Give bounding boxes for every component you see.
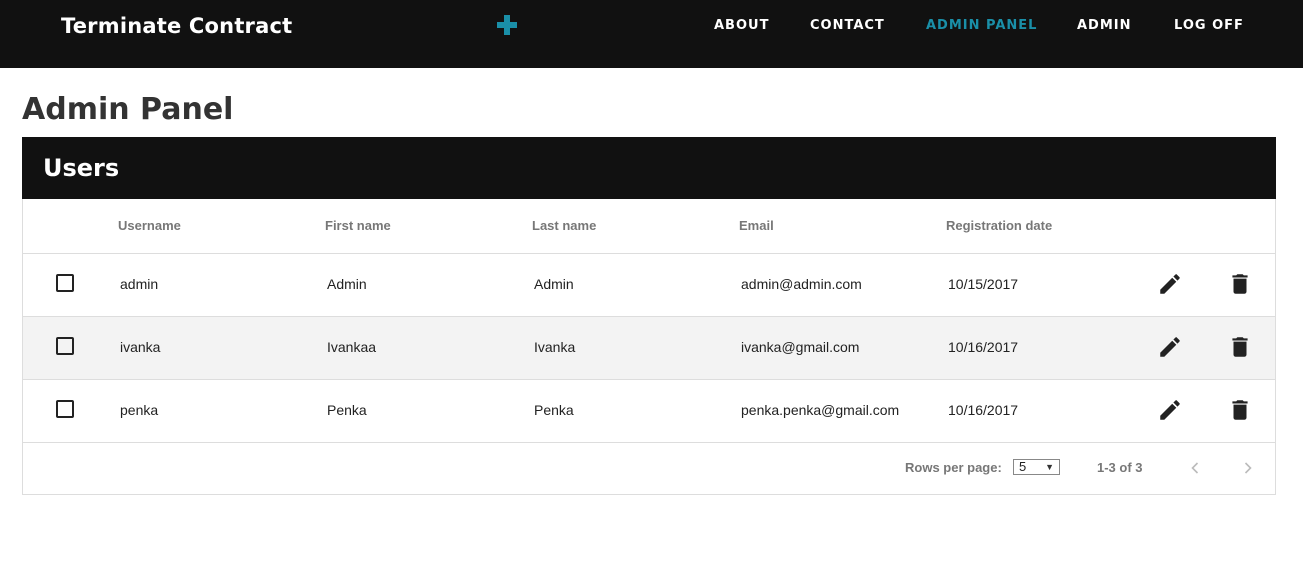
- pencil-icon[interactable]: [1157, 334, 1183, 360]
- column-header-username[interactable]: Username: [118, 217, 181, 235]
- nav-about[interactable]: ABOUT: [714, 17, 769, 35]
- dropdown-arrow-icon: ▼: [1045, 462, 1054, 472]
- cell-username: admin: [120, 276, 159, 292]
- rows-per-page-select[interactable]: 5 ▼: [1013, 459, 1060, 475]
- nav-contact[interactable]: CONTACT: [810, 17, 885, 35]
- cell-registration-date: 10/15/2017: [948, 276, 1019, 292]
- cell-username: penka: [120, 402, 159, 418]
- nav-log-off[interactable]: LOG OFF: [1174, 17, 1244, 35]
- table-header: Username First name Last name Email Regi…: [23, 199, 1275, 254]
- column-header-registration-date[interactable]: Registration date: [946, 217, 1052, 235]
- pencil-icon[interactable]: [1157, 271, 1183, 297]
- users-card-header: Users: [22, 137, 1276, 199]
- table-row: admin Admin Admin admin@admin.com 10/15/…: [23, 254, 1275, 317]
- trash-icon[interactable]: [1227, 334, 1253, 360]
- plus-icon[interactable]: [496, 14, 518, 36]
- column-header-email[interactable]: Email: [739, 217, 774, 235]
- column-header-first-name[interactable]: First name: [325, 217, 391, 235]
- table-row: ivanka Ivankaa Ivanka ivanka@gmail.com 1…: [23, 317, 1275, 380]
- cell-last-name: Admin: [534, 276, 574, 292]
- users-card: Users Username First name Last name Emai…: [22, 137, 1276, 495]
- chevron-right-icon[interactable]: [1238, 458, 1258, 478]
- cell-registration-date: 10/16/2017: [948, 402, 1019, 418]
- trash-icon[interactable]: [1227, 271, 1253, 297]
- cell-email: admin@admin.com: [741, 276, 862, 292]
- pagination-range: 1-3 of 3: [1097, 460, 1143, 475]
- page-title: Admin Panel: [22, 92, 234, 127]
- cell-first-name: Penka: [327, 402, 367, 418]
- table-row: penka Penka Penka penka.penka@gmail.com …: [23, 380, 1275, 443]
- cell-email: ivanka@gmail.com: [741, 339, 860, 355]
- row-checkbox[interactable]: [56, 400, 74, 418]
- row-checkbox[interactable]: [56, 274, 74, 292]
- rows-per-page-value: 5: [1019, 459, 1027, 474]
- cell-last-name: Ivanka: [534, 339, 576, 355]
- cell-first-name: Admin: [327, 276, 367, 292]
- pencil-icon[interactable]: [1157, 397, 1183, 423]
- cell-last-name: Penka: [534, 402, 574, 418]
- cell-registration-date: 10/16/2017: [948, 339, 1019, 355]
- table-footer: Rows per page: 5 ▼ 1-3 of 3: [23, 441, 1275, 494]
- cell-first-name: Ivankaa: [327, 339, 377, 355]
- navbar: Terminate Contract ABOUT CONTACT ADMIN P…: [0, 0, 1303, 68]
- chevron-left-icon[interactable]: [1185, 458, 1205, 478]
- nav-admin-panel[interactable]: ADMIN PANEL: [926, 17, 1037, 35]
- column-header-last-name[interactable]: Last name: [532, 217, 596, 235]
- brand-link[interactable]: Terminate Contract: [61, 11, 292, 41]
- row-checkbox[interactable]: [56, 337, 74, 355]
- rows-per-page-label: Rows per page:: [905, 460, 1002, 475]
- nav-admin[interactable]: ADMIN: [1077, 17, 1132, 35]
- cell-email: penka.penka@gmail.com: [741, 402, 900, 418]
- cell-username: ivanka: [120, 339, 161, 355]
- users-card-title: Users: [43, 154, 120, 182]
- trash-icon[interactable]: [1227, 397, 1253, 423]
